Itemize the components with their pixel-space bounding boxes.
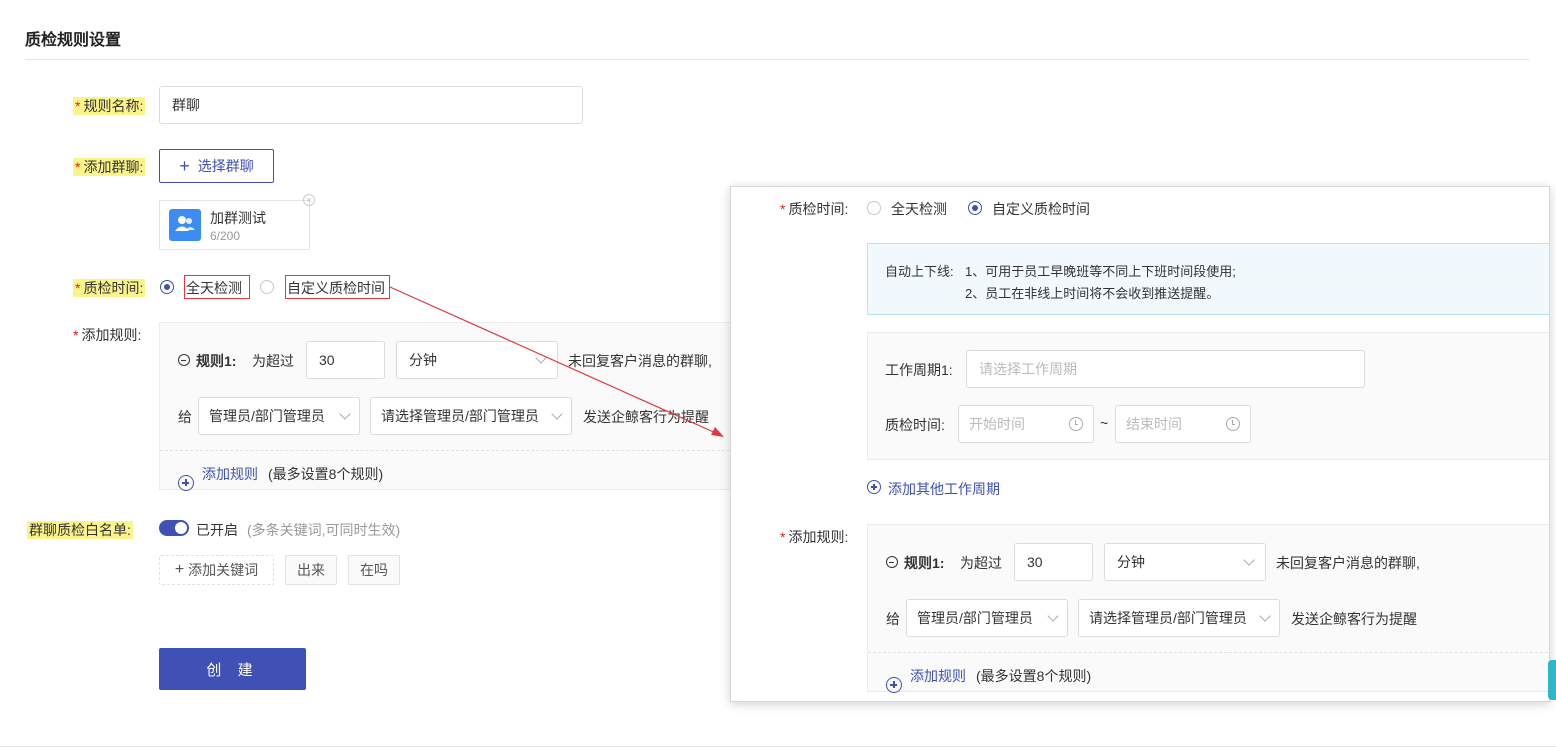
remove-rule-icon[interactable] [178, 354, 190, 366]
role-select[interactable]: 管理员/部门管理员 [198, 397, 360, 435]
radio-custom-time[interactable] [260, 280, 274, 294]
radio-custom-time-label[interactable]: 自定义质检时间 [287, 278, 385, 298]
auto-online-notice: 自动上下线: 1、可用于员工早晚班等不同上下班时间段使用; 2、员工在非线上时间… [867, 243, 1549, 315]
side-help-tab[interactable] [1548, 660, 1556, 700]
add-work-cycle-link[interactable]: 添加其他工作周期 [888, 479, 1000, 499]
add-rule-link[interactable]: 添加规则 [202, 464, 258, 484]
overlay-radio-all-day[interactable] [867, 201, 881, 215]
start-time-input[interactable]: 开始时间 [958, 405, 1094, 443]
notice-line-2: 2、员工在非线上时间将不会收到推送提醒。 [965, 286, 1220, 301]
overlay-rule-suffix: 未回复客户消息的群聊, [1276, 555, 1420, 571]
overlay-rule-action: 发送企鲸客行为提醒 [1291, 611, 1417, 627]
rule-title: 规则1: [196, 353, 237, 369]
bottom-divider [0, 746, 1556, 747]
add-circle-icon[interactable] [867, 480, 881, 494]
whitelist-status: 已开启 [196, 522, 238, 538]
title-divider [25, 59, 1530, 60]
clock-icon [1226, 417, 1240, 431]
rule-suffix: 未回复客户消息的群聊, [568, 353, 712, 369]
plus-icon: + [179, 156, 190, 176]
overlay-radio-custom-label[interactable]: 自定义质检时间 [992, 199, 1090, 219]
page-title: 质检规则设置 [25, 32, 122, 49]
overlay-add-rule-hint: (最多设置8个规则) [976, 668, 1092, 684]
add-rules-label: * 添加规则: [73, 327, 142, 343]
add-keyword-button[interactable]: + 添加关键词 [159, 555, 274, 585]
group-count: 6/200 [210, 229, 241, 243]
rules-panel: 规则1: 为超过 30 分钟 未回复客户消息的群聊, 给 管理员/部门管理员 请… [159, 322, 760, 491]
overlay-rule-title: 规则1: [904, 555, 945, 571]
group-chat-icon [169, 209, 201, 241]
whitelist-hint: (多条关键词,可同时生效) [247, 522, 401, 538]
time-separator: ~ [1100, 415, 1109, 431]
selected-group-card: 加群测试 6/200 [159, 200, 310, 250]
overlay-add-rule-link[interactable]: 添加规则 [910, 666, 966, 686]
keyword-tag[interactable]: 在吗 [348, 555, 400, 585]
add-circle-icon[interactable] [178, 475, 194, 491]
overlay-rule-minutes-input[interactable]: 30 [1014, 543, 1093, 581]
select-group-button[interactable]: + 选择群聊 [159, 149, 274, 183]
rule-unit-select[interactable]: 分钟 [396, 341, 558, 379]
overlay-check-time-label: * 质检时间: [780, 201, 849, 217]
cycle-time-label: 质检时间: [885, 417, 945, 433]
radio-all-day[interactable] [160, 280, 174, 294]
rule-action: 发送企鲸客行为提醒 [583, 409, 709, 425]
work-cycle-label: 工作周期1: [885, 362, 953, 378]
notice-title: 自动上下线: [885, 264, 954, 279]
group-name: 加群测试 [210, 210, 266, 226]
chevron-down-icon [551, 408, 563, 420]
chevron-down-icon [1259, 610, 1271, 622]
rule-prefix: 为超过 [252, 353, 294, 369]
custom-time-preview-panel: * 质检时间: 全天检测 自定义质检时间 自动上下线: 1、可用于员工早晚班等不同… [730, 186, 1550, 702]
keyword-tag[interactable]: 出来 [285, 555, 337, 585]
overlay-rule-prefix: 为超过 [960, 555, 1002, 571]
plus-icon: + [174, 561, 185, 578]
overlay-role-select[interactable]: 管理员/部门管理员 [906, 599, 1068, 637]
rule-minutes-input[interactable]: 30 [306, 341, 385, 379]
chevron-down-icon [1047, 610, 1059, 622]
work-cycle-panel: 工作周期1: 请选择工作周期 质检时间: 开始时间 ~ 结束时间 [867, 332, 1549, 460]
radio-all-day-label[interactable]: 全天检测 [186, 278, 242, 298]
add-circle-icon[interactable] [886, 677, 902, 693]
overlay-rule-give: 给 [886, 611, 900, 627]
notice-line-1: 1、可用于员工早晚班等不同上下班时间段使用; [965, 264, 1236, 279]
check-time-label: * 质检时间: [73, 279, 146, 297]
rule-give: 给 [178, 409, 192, 425]
whitelist-label: 群聊质检白名单: [27, 521, 133, 539]
manager-select[interactable]: 请选择管理员/部门管理员 [370, 397, 572, 435]
chevron-down-icon [339, 408, 351, 420]
rule-name-value: 群聊 [172, 97, 200, 113]
work-cycle-select[interactable]: 请选择工作周期 [966, 350, 1365, 388]
chevron-down-icon [1243, 554, 1255, 566]
remove-rule-icon[interactable] [886, 556, 898, 568]
rule-name-label: * 规则名称: [73, 97, 146, 115]
overlay-radio-all-day-label[interactable]: 全天检测 [891, 199, 947, 219]
create-button[interactable]: 创 建 [159, 648, 306, 690]
overlay-rules-divider [868, 652, 1549, 653]
overlay-rule-unit-select[interactable]: 分钟 [1104, 543, 1266, 581]
rules-divider [160, 450, 760, 451]
end-time-input[interactable]: 结束时间 [1115, 405, 1251, 443]
add-rule-hint: (最多设置8个规则) [268, 466, 384, 482]
overlay-add-rules-label: * 添加规则: [780, 529, 849, 545]
overlay-rules-panel: 规则1: 为超过 30 分钟 未回复客户消息的群聊, 给 管理员/部门管理员 请… [867, 524, 1549, 693]
clock-icon [1069, 417, 1083, 431]
remove-group-icon[interactable]: × [303, 194, 315, 206]
whitelist-toggle[interactable] [159, 520, 189, 536]
overlay-radio-custom[interactable] [968, 201, 982, 215]
chevron-down-icon [535, 352, 547, 364]
overlay-manager-select[interactable]: 请选择管理员/部门管理员 [1078, 599, 1280, 637]
add-group-label: * 添加群聊: [73, 158, 146, 176]
rule-name-input[interactable]: 群聊 [159, 86, 583, 124]
